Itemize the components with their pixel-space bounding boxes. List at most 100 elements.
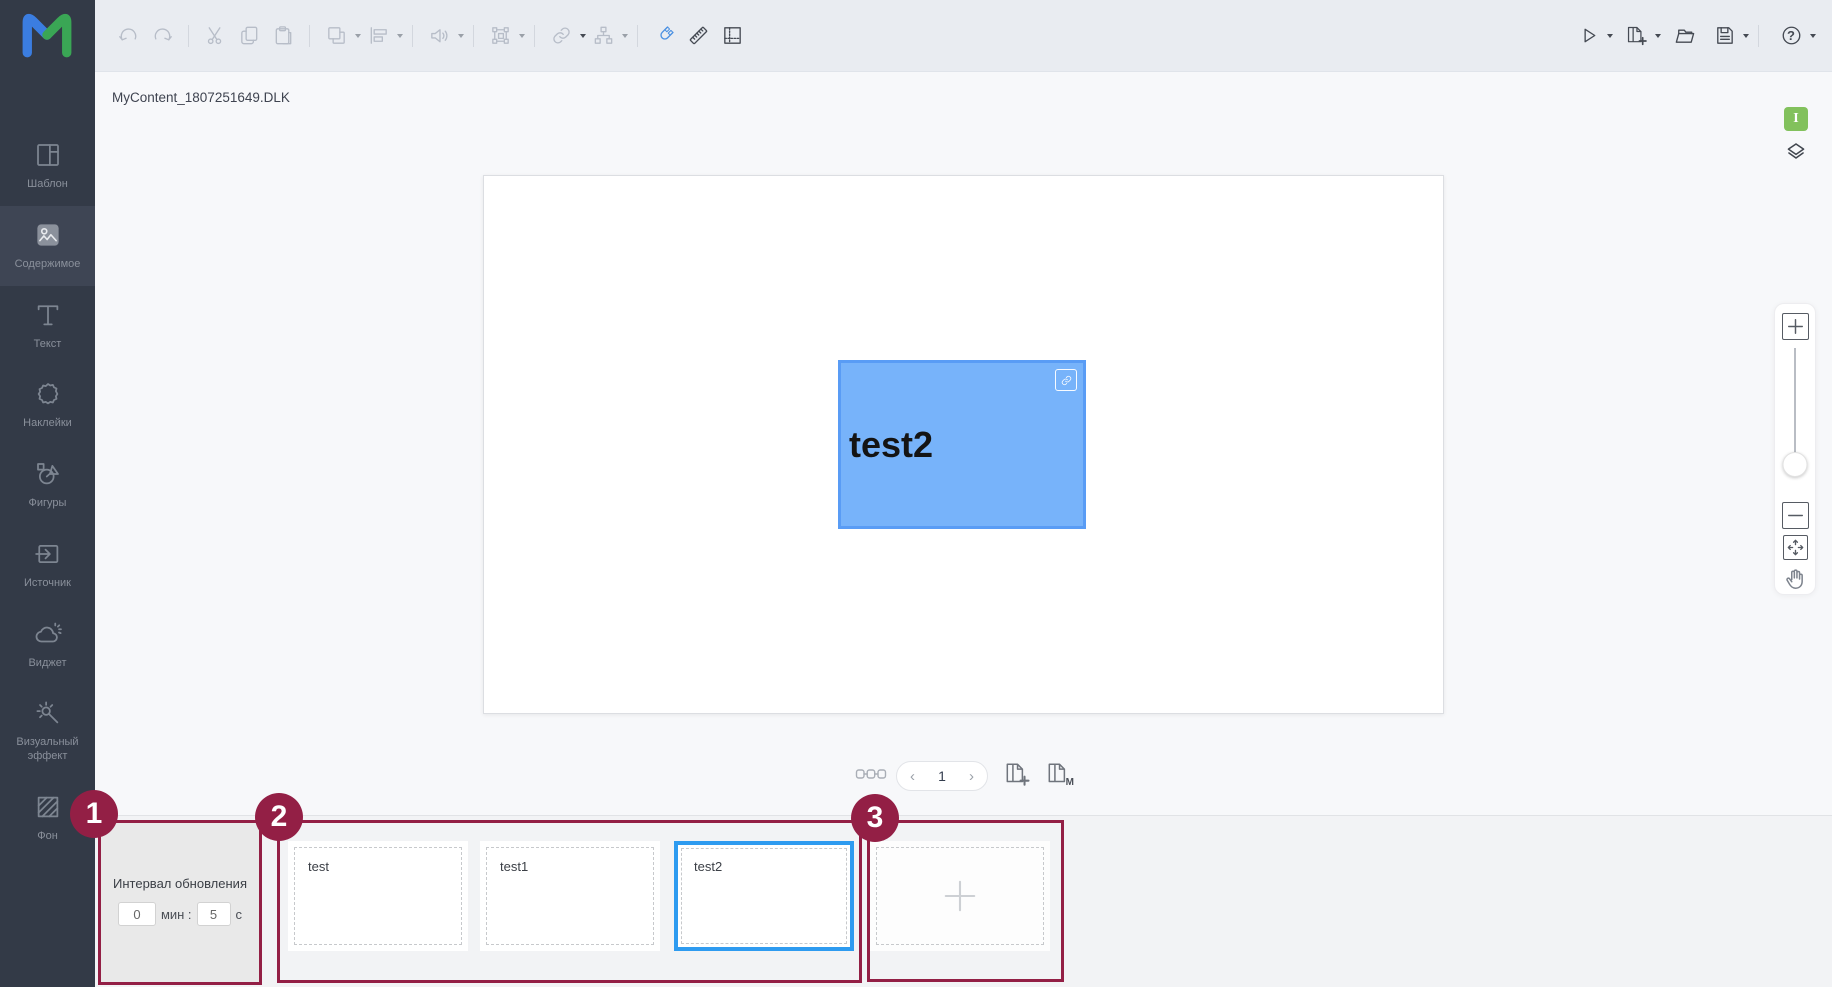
sidebar-item-label: Фигуры (28, 497, 67, 509)
sidebar-item-label: Шаблон (27, 178, 68, 190)
widget-icon (35, 622, 62, 642)
thumbnail-label: test (308, 859, 329, 874)
add-window-button[interactable] (1619, 19, 1653, 53)
sidebar-item-content[interactable]: Содержимое (0, 205, 95, 286)
zoom-in-button[interactable] (1781, 313, 1809, 340)
plus-icon (1787, 319, 1803, 334)
content-icon (36, 224, 59, 246)
sidebar-item-background[interactable]: Фон (0, 778, 95, 858)
visual-effect-icon (36, 701, 58, 724)
thumbnail-label: test2 (694, 859, 723, 874)
prev-page-button[interactable]: ‹ (910, 768, 915, 785)
page-chain-button[interactable] (855, 767, 887, 783)
sidebar-item-template[interactable]: Шаблон (0, 126, 95, 206)
next-page-button[interactable]: › (969, 768, 974, 785)
m-page-glyph: M (1065, 777, 1074, 788)
page-thumbnail-test1[interactable]: test1 (480, 841, 660, 951)
sidebar-item-label: Текст (33, 337, 62, 350)
left-sidebar: Шаблон Содержимое Текст Наклейки Фигуры … (0, 0, 95, 987)
app-toolbar: ? (95, 0, 1832, 72)
sidebar-item-label: Источник (24, 576, 71, 589)
toolbar-separator (473, 24, 474, 47)
paste-button[interactable] (266, 19, 300, 53)
help-dropdown-caret[interactable] (1810, 33, 1816, 38)
interval-inputs-row: мин : с (100, 902, 260, 926)
link-button[interactable] (544, 19, 578, 53)
help-button[interactable]: ? (1774, 19, 1808, 53)
source-icon (34, 544, 58, 563)
sidebar-item-visual-effect[interactable]: Визуальный эффект (0, 684, 95, 778)
content-element[interactable]: test2 (838, 360, 1086, 529)
zoom-slider-track[interactable] (1794, 348, 1796, 466)
content-element-label: test2 (849, 423, 934, 465)
save-button[interactable] (1707, 19, 1741, 53)
hierarchy-dropdown-caret[interactable] (622, 33, 628, 38)
sidebar-item-stickers[interactable]: Наклейки (0, 365, 95, 445)
sidebar-item-label: Виджет (28, 656, 67, 669)
transform-button[interactable] (483, 19, 517, 53)
link-icon (1061, 375, 1071, 385)
redo-button[interactable] (145, 19, 179, 53)
toolbar-separator (534, 24, 535, 47)
app-logo-icon (22, 13, 72, 58)
zoom-out-button[interactable] (1781, 502, 1809, 529)
add-page-button[interactable] (1003, 760, 1033, 790)
page-navigator: ‹ 1 › (896, 761, 988, 791)
help-glyph: ? (1787, 28, 1795, 43)
open-folder-button[interactable] (1667, 19, 1701, 53)
interval-title: Интервал обновления (113, 876, 247, 891)
text-icon (37, 304, 58, 325)
cut-button[interactable] (198, 19, 232, 53)
toolbar-separator (1758, 24, 1759, 47)
page-thumbnail-test[interactable]: test (288, 841, 468, 951)
toolbar-separator (412, 24, 413, 47)
pan-hand-button[interactable] (1782, 566, 1808, 592)
zoom-slider[interactable] (1775, 348, 1815, 496)
fit-to-screen-button[interactable] (1782, 535, 1808, 560)
save-dropdown-caret[interactable] (1743, 33, 1749, 38)
play-preview-button[interactable] (1571, 19, 1605, 53)
add-page-thumbnail[interactable] (870, 841, 1050, 951)
align-dropdown-caret[interactable] (397, 33, 403, 38)
align-button[interactable] (361, 19, 395, 53)
hierarchy-button[interactable] (586, 19, 620, 53)
add-m-page-button[interactable]: M (1045, 760, 1075, 790)
copy-button[interactable] (232, 19, 266, 53)
zoom-slider-thumb[interactable] (1782, 452, 1808, 477)
layers-button[interactable] (1783, 138, 1809, 164)
play-dropdown-caret[interactable] (1607, 33, 1613, 38)
shapes-icon (36, 463, 59, 485)
ruler-button[interactable] (681, 19, 715, 53)
sidebar-item-label: Фон (37, 829, 58, 842)
sidebar-nav: Шаблон Содержимое Текст Наклейки Фигуры … (0, 126, 95, 858)
audio-button[interactable] (422, 19, 456, 53)
interval-panel: Интервал обновления мин : с (100, 822, 260, 983)
info-badge[interactable]: I (1784, 107, 1808, 131)
minutes-input[interactable] (117, 902, 156, 926)
minus-icon (1787, 514, 1803, 517)
seconds-input[interactable] (196, 902, 231, 926)
audio-dropdown-caret[interactable] (458, 33, 464, 38)
guides-button[interactable] (715, 19, 749, 53)
thumbnail-label: test1 (500, 859, 529, 874)
design-canvas[interactable]: test2 (483, 175, 1444, 714)
sidebar-item-label: Наклейки (23, 417, 72, 430)
current-page-number[interactable]: 1 (938, 768, 946, 784)
group-button[interactable] (319, 19, 353, 53)
background-icon (37, 796, 58, 817)
sidebar-item-shapes[interactable]: Фигуры (0, 445, 95, 525)
fit-arrows-icon (1787, 539, 1803, 556)
sidebar-item-source[interactable]: Источник (0, 525, 95, 605)
add-page-icon (1006, 763, 1030, 786)
add-window-dropdown-caret[interactable] (1655, 33, 1661, 38)
add-plus-icon (944, 880, 976, 912)
sidebar-item-widget[interactable]: Виджет (0, 605, 95, 685)
snap-magnet-button[interactable] (647, 19, 681, 53)
transform-dropdown-caret[interactable] (519, 33, 525, 38)
page-thumbnail-test2-selected[interactable]: test2 (674, 841, 854, 951)
undo-button[interactable] (111, 19, 145, 53)
toolbar-separator (637, 24, 638, 47)
link-badge (1055, 369, 1077, 391)
document-filename: MyContent_1807251649.DLK (112, 90, 290, 105)
sidebar-item-text[interactable]: Текст (0, 286, 95, 366)
